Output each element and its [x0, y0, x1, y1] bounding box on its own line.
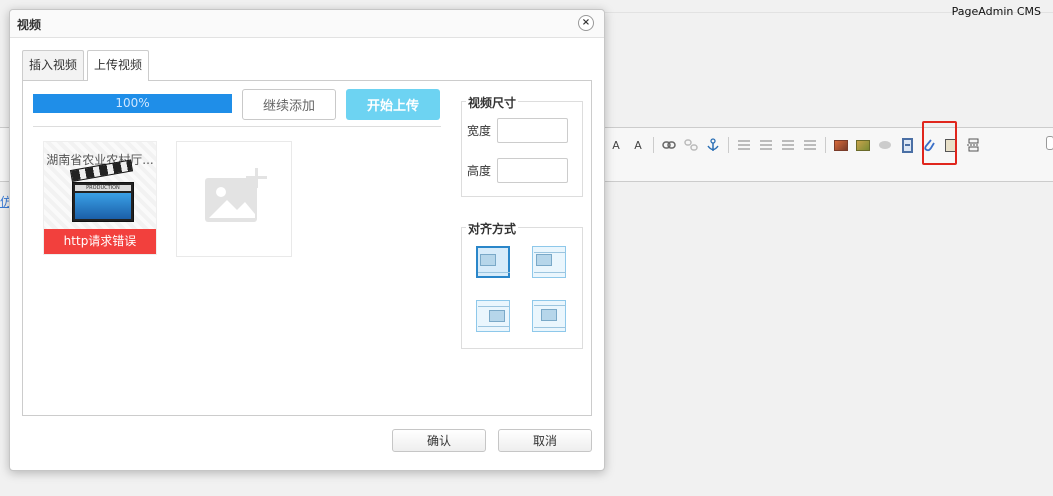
dialog-title: 视频	[17, 18, 42, 32]
video-options: 视频尺寸 宽度 高度 对齐方式	[461, 81, 591, 415]
dialog-titlebar[interactable]: 视频 ×	[10, 10, 604, 38]
scroll-handle[interactable]	[1046, 136, 1053, 150]
tab-insert-video[interactable]: 插入视频	[22, 50, 85, 80]
start-upload-button[interactable]: 开始上传	[346, 89, 440, 120]
brand-label: PageAdmin CMS	[951, 5, 1041, 18]
align-center-float-icon[interactable]	[530, 298, 570, 336]
map-icon[interactable]	[876, 136, 894, 154]
video-size-fieldset: 视频尺寸 宽度 高度	[461, 94, 583, 197]
alignment-legend: 对齐方式	[466, 220, 519, 237]
toolbar-separator	[825, 137, 826, 153]
video-button-highlight	[922, 121, 957, 165]
file-error-status: http请求错误	[44, 229, 156, 254]
upload-panel: 100% 继续添加 开始上传 湖南省农业农村厅... PRODUCTION ht…	[22, 80, 592, 416]
anchor-icon[interactable]	[704, 136, 722, 154]
align-justify-icon[interactable]	[801, 136, 819, 154]
add-image-icon	[205, 168, 267, 222]
upload-progress-bar: 100%	[33, 94, 232, 113]
align-center-icon[interactable]	[757, 136, 775, 154]
toolbar-separator	[728, 137, 729, 153]
cancel-button[interactable]: 取消	[498, 429, 592, 452]
video-clapper-icon: PRODUCTION	[69, 159, 134, 224]
align-right-icon[interactable]	[779, 136, 797, 154]
close-icon[interactable]: ×	[578, 15, 594, 31]
dialog-tabs: 插入视频 上传视频	[22, 50, 150, 81]
font-color-icon[interactable]: A	[607, 136, 625, 154]
width-input[interactable]	[497, 118, 568, 143]
height-label: 高度	[467, 164, 492, 178]
align-left-float-icon[interactable]	[530, 244, 570, 282]
pagebreak-icon[interactable]	[964, 136, 982, 154]
video-dialog: 视频 × 插入视频 上传视频 100% 继续添加 开始上传 湖南省农业农村厅..…	[9, 9, 605, 471]
unlink-icon[interactable]	[682, 136, 700, 154]
divider	[33, 126, 441, 127]
continue-add-button[interactable]: 继续添加	[242, 89, 336, 120]
width-label: 宽度	[467, 124, 492, 138]
video-icon[interactable]	[898, 136, 916, 154]
add-file-button[interactable]	[176, 141, 292, 257]
bg-color-icon[interactable]: A	[629, 136, 647, 154]
height-row: 高度	[467, 158, 568, 183]
height-input[interactable]	[497, 158, 568, 183]
progress-text: 100%	[115, 96, 150, 110]
align-right-float-icon[interactable]	[474, 298, 514, 336]
image-icon[interactable]	[832, 136, 850, 154]
video-size-legend: 视频尺寸	[466, 94, 519, 111]
confirm-button[interactable]: 确认	[392, 429, 486, 452]
uploaded-file-card[interactable]: 湖南省农业农村厅... PRODUCTION http请求错误	[43, 141, 157, 255]
link-icon[interactable]	[660, 136, 678, 154]
align-none-icon[interactable]	[474, 244, 514, 282]
align-left-icon[interactable]	[735, 136, 753, 154]
tab-upload-video[interactable]: 上传视频	[87, 50, 150, 81]
width-row: 宽度	[467, 118, 568, 143]
upload-area: 100% 继续添加 开始上传 湖南省农业农村厅... PRODUCTION ht…	[23, 81, 443, 415]
clapper-label: PRODUCTION	[75, 185, 131, 191]
toolbar-separator	[653, 137, 654, 153]
alignment-fieldset: 对齐方式	[461, 220, 583, 349]
multi-image-icon[interactable]	[854, 136, 872, 154]
